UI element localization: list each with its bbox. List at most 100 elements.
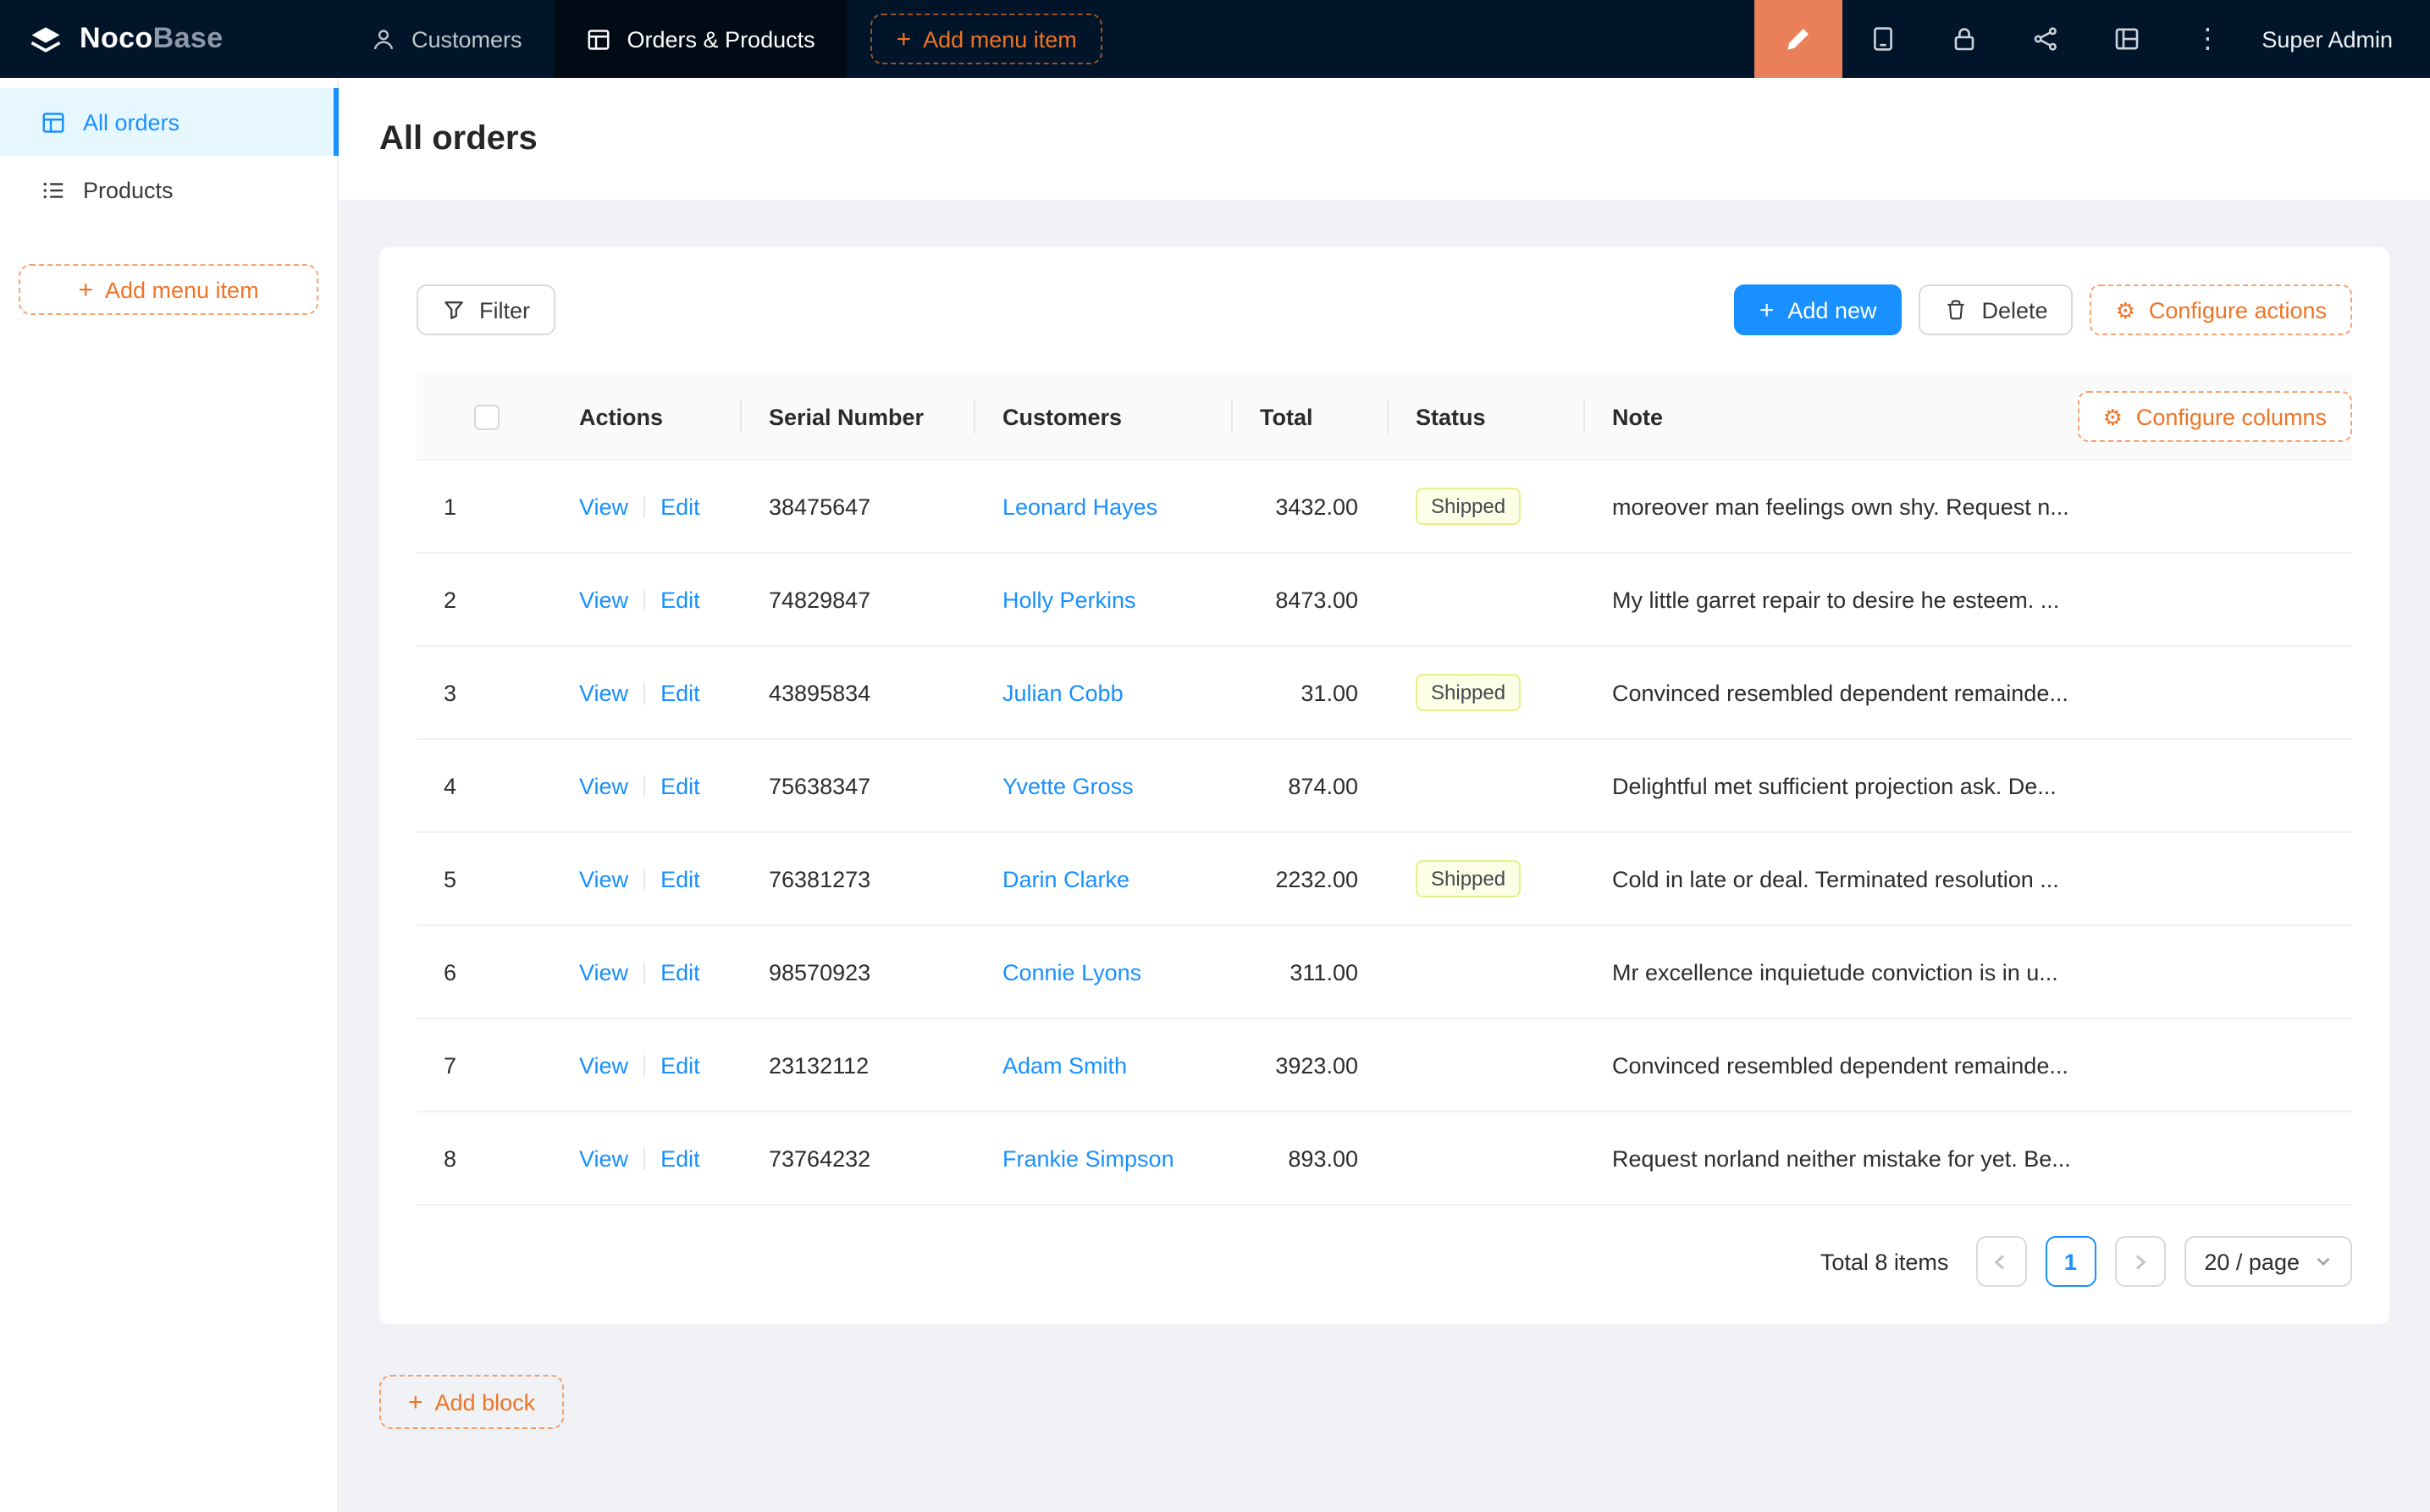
serial-number-cell: 38475647 [742,494,975,519]
sidebar-item-label: All orders [83,109,179,135]
note-cell: My little garret repair to desire he est… [1585,587,2352,612]
status-cell: Shipped [1389,488,1585,525]
add-menu-item-button-sidebar[interactable]: + Add menu item [19,264,318,315]
lock-icon [1950,25,1977,52]
customer-link[interactable]: Julian Cobb [1002,680,1124,705]
sidebar-item-products[interactable]: Products [0,156,337,223]
navbar-actions: ⋮ [1753,0,2248,78]
layout-icon [2112,25,2140,52]
note-cell: Delightful met sufficient projection ask… [1585,773,2352,798]
plus-icon: + [408,1389,423,1415]
status-badge: Shipped [1416,674,1521,711]
edit-link[interactable]: Edit [660,773,700,798]
row-index: 5 [444,866,456,891]
api-button[interactable] [2004,0,2085,78]
more-icon: ⋮ [2194,22,2221,56]
customer-link[interactable]: Frankie Simpson [1002,1145,1174,1171]
customer-cell: Darin Clarke [975,866,1233,891]
ui-editor-button[interactable] [1753,0,1842,78]
view-link[interactable]: View [579,494,628,519]
note-cell: Request norland neither mistake for yet.… [1585,1145,2352,1171]
plus-icon: + [78,277,93,302]
edit-link[interactable]: Edit [660,494,700,519]
table-toolbar: Filter + Add new [417,284,2352,335]
edit-link[interactable]: Edit [660,959,700,985]
customer-link[interactable]: Adam Smith [1002,1052,1127,1078]
nav-tab-customers[interactable]: Customers [339,0,555,78]
add-block-button[interactable]: + Add block [379,1375,564,1429]
nav-tab-orders-products[interactable]: Orders & Products [555,0,848,78]
edit-link[interactable]: Edit [660,1145,700,1171]
customer-link[interactable]: Connie Lyons [1002,959,1141,985]
table-row: 5 ViewEdit 76381273 Darin Clarke 2232.00… [417,833,2352,926]
serial-number-cell: 98570923 [742,959,975,985]
total-cell: 893.00 [1233,1145,1389,1171]
status-badge: Shipped [1416,488,1521,525]
plus-icon: + [1759,297,1775,323]
nav-tab-label: Orders & Products [627,26,815,52]
status-badge: Shipped [1416,860,1521,897]
view-link[interactable]: View [579,680,628,705]
edit-link[interactable]: Edit [660,587,700,612]
column-header-customers: Customers [975,372,1233,461]
notebook-icon [1869,25,1896,52]
view-link[interactable]: View [579,959,628,985]
view-link[interactable]: View [579,1052,628,1078]
view-link[interactable]: View [579,773,628,798]
serial-number-cell: 76381273 [742,866,975,891]
delete-button[interactable]: Delete [1919,284,2074,335]
add-menu-item-button-top[interactable]: + Add menu item [871,14,1102,64]
actions-cell: View Edit [552,1052,742,1078]
action-divider [643,963,645,985]
pagination-total: Total 8 items [1820,1249,1949,1274]
view-link[interactable]: View [579,866,628,891]
table-header-row: Actions Serial Number Customers Total St… [417,372,2352,461]
customer-cell: Julian Cobb [975,680,1233,705]
orders-products-icon [587,26,612,52]
actions-cell: View Edit [552,773,742,798]
orders-table: Actions Serial Number Customers Total St… [417,372,2352,1206]
logo[interactable]: NocoBase [0,20,339,58]
customer-link[interactable]: Holly Perkins [1002,587,1136,612]
action-divider [643,497,645,519]
page-1-button[interactable]: 1 [2045,1236,2096,1287]
view-link[interactable]: View [579,587,628,612]
configure-actions-button[interactable]: ⚙ Configure actions [2090,284,2352,335]
edit-link[interactable]: Edit [660,680,700,705]
filter-button[interactable]: Filter [417,284,555,335]
actions-cell: View Edit [552,866,742,891]
total-cell: 3923.00 [1233,1052,1389,1078]
sidebar-item-all-orders[interactable]: All orders [0,88,337,156]
note-cell: Convinced resembled dependent remainde..… [1585,1052,2352,1078]
mobile-preview-button[interactable] [1842,0,1923,78]
add-new-button[interactable]: + Add new [1734,284,1903,335]
action-divider [643,590,645,612]
customer-link[interactable]: Leonard Hayes [1002,494,1157,519]
actions-cell: View Edit [552,959,742,985]
nav-tab-label: Customers [411,26,522,52]
layout-button[interactable] [2085,0,2167,78]
edit-link[interactable]: Edit [660,1052,700,1078]
top-navbar: NocoBase Customers [0,0,2430,78]
row-index: 4 [444,773,456,798]
view-link[interactable]: View [579,1145,628,1171]
select-all-checkbox[interactable] [474,404,500,429]
action-divider [643,776,645,798]
customer-link[interactable]: Yvette Gross [1002,773,1134,798]
next-page-button[interactable] [2114,1236,2165,1287]
configure-columns-button[interactable]: ⚙ Configure columns [2078,391,2352,442]
user-menu[interactable]: Super Admin [2262,26,2393,52]
column-header-status: Status [1389,372,1585,461]
page-header: All orders [339,78,2430,200]
page-size-select[interactable]: 20 / page [2184,1236,2352,1287]
serial-number-cell: 43895834 [742,680,975,705]
action-divider [643,683,645,705]
page-title: All orders [379,119,538,158]
edit-link[interactable]: Edit [660,866,700,891]
customer-link[interactable]: Darin Clarke [1002,866,1129,891]
column-header-note: Note [1612,404,1663,429]
total-cell: 3432.00 [1233,494,1389,519]
lock-button[interactable] [1923,0,2004,78]
prev-page-button[interactable] [1975,1236,2026,1287]
more-button[interactable]: ⋮ [2167,0,2248,78]
